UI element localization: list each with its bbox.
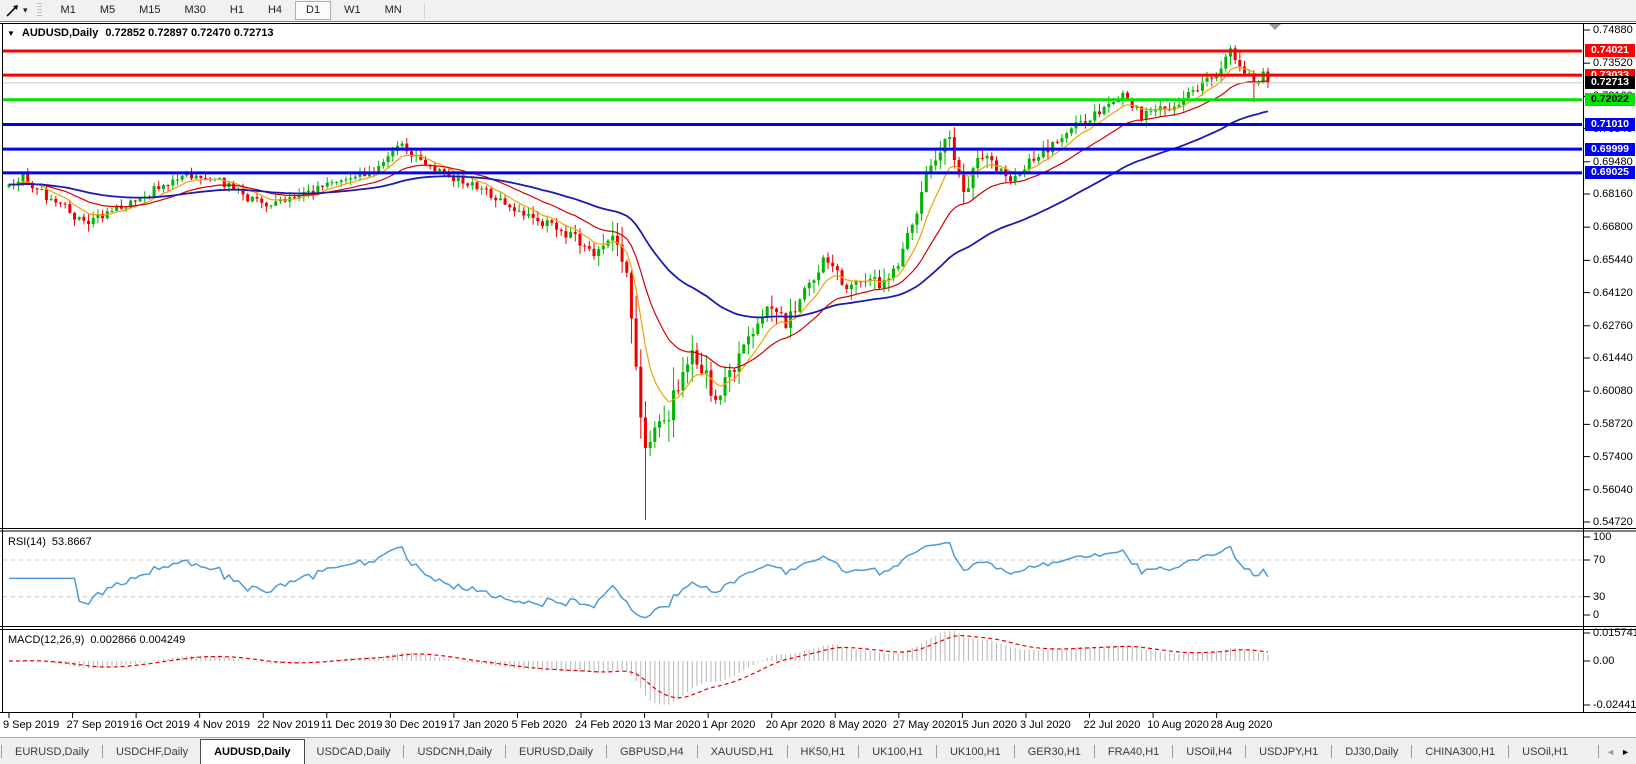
chart-tab-XAUUSD-H1[interactable]: XAUUSD,H1 <box>699 739 786 764</box>
tool-dropdown-caret-icon[interactable]: ▾ <box>23 5 28 16</box>
rsi-name: RSI(14) <box>8 536 46 548</box>
chart-tab-EURUSD-Daily[interactable]: EURUSD,Daily <box>507 739 605 764</box>
tab-divider <box>1508 745 1510 758</box>
timeframe-toolbar: ▾ M1 M5 M15 M30 H1 H4 D1 W1 MN <box>0 0 1636 21</box>
toolbar-separator <box>423 2 425 19</box>
tab-divider <box>696 745 698 758</box>
tab-scroll-arrows: ◄ ► <box>1597 745 1636 758</box>
macd-name: MACD(12,26,9) <box>8 634 85 646</box>
timeframe-button-M5[interactable]: M5 <box>89 1 126 20</box>
tab-arrows-divider <box>1598 745 1600 758</box>
chart-tab-CHINA300-H1[interactable]: CHINA300,H1 <box>1413 739 1507 764</box>
chart-title: ▼ AUDUSD,Daily 0.72852 0.72897 0.72470 0… <box>7 27 274 39</box>
tab-divider <box>1411 745 1413 758</box>
tab-divider <box>505 745 507 758</box>
chart-tab-USOil-H4[interactable]: USOil,H4 <box>1174 739 1244 764</box>
chart-tab-USOil-H1[interactable]: USOil,H1 <box>1510 739 1580 764</box>
candlestick-series <box>7 45 1270 521</box>
chart-tab-AUDUSD-Daily[interactable]: AUDUSD,Daily <box>200 738 305 764</box>
macd-signal-line <box>8 634 1268 699</box>
chart-tab-USDJPY-H1[interactable]: USDJPY,H1 <box>1247 739 1330 764</box>
timeframe-buttons: M1 M5 M15 M30 H1 H4 D1 W1 MN <box>49 1 414 20</box>
tab-divider <box>1172 745 1174 758</box>
chart-tab-GER30-H1[interactable]: GER30,H1 <box>1016 739 1093 764</box>
toolbar-grip <box>36 3 42 18</box>
timeframe-button-M1[interactable]: M1 <box>50 1 87 20</box>
rsi-indicator-label: RSI(14) 53.8667 <box>8 536 92 548</box>
timeframe-button-H4[interactable]: H4 <box>257 1 293 20</box>
macd-values: 0.002866 0.004249 <box>90 634 186 646</box>
timeframe-button-D1[interactable]: D1 <box>295 1 332 20</box>
tabbar-left-divider <box>1 745 2 758</box>
chart-tab-USDCHF-Daily[interactable]: USDCHF,Daily <box>104 739 200 764</box>
mt4-chart-window: ▾ M1 M5 M15 M30 H1 H4 D1 W1 MN 0.74880 0.73520 0.7… <box>0 0 1636 764</box>
timeframe-button-H1[interactable]: H1 <box>219 1 255 20</box>
chart-tab-DJ30-Daily[interactable]: DJ30,Daily <box>1333 739 1410 764</box>
chart-tabs-bar: EURUSD,Daily USDCHF,Daily AUDUSD,Daily USDC… <box>0 737 1636 764</box>
timeframe-button-MN[interactable]: MN <box>374 1 413 20</box>
tab-divider <box>403 745 405 758</box>
slow-ma-line <box>8 110 1269 319</box>
tab-divider <box>1245 745 1247 758</box>
timeframe-button-W1[interactable]: W1 <box>333 1 372 20</box>
chart-tab-USDCAD-Daily[interactable]: USDCAD,Daily <box>305 739 403 764</box>
chart-title-ohlc: 0.72852 0.72897 0.72470 0.72713 <box>105 27 274 39</box>
tab-divider <box>606 745 607 758</box>
collapse-triangle-icon[interactable]: ▼ <box>7 29 15 38</box>
chart-tab-FRA40-H1[interactable]: FRA40,H1 <box>1096 739 1171 764</box>
chart-tab-HK50-H1[interactable]: HK50,H1 <box>789 739 858 764</box>
tab-divider <box>101 745 103 758</box>
macd-histogram <box>13 631 1269 705</box>
rsi-value: 53.8667 <box>51 536 92 548</box>
tab-divider <box>935 745 937 758</box>
tabs-scroll-left-icon[interactable]: ◄ <box>1606 747 1615 757</box>
timeframe-button-M15[interactable]: M15 <box>128 1 171 20</box>
chart-tab-EURUSD-Daily[interactable]: EURUSD,Daily <box>3 739 101 764</box>
tab-divider <box>1013 745 1015 758</box>
chart-tab-USDCNH-Daily[interactable]: USDCNH,Daily <box>405 739 504 764</box>
chart-title-symbol: AUDUSD,Daily <box>21 27 99 39</box>
chart-tabs: EURUSD,Daily USDCHF,Daily AUDUSD,Daily USDC… <box>3 738 1580 764</box>
tab-divider <box>1331 745 1333 758</box>
chart-tab-UK100-H1[interactable]: UK100,H1 <box>860 739 935 764</box>
drawing-tool-icon[interactable] <box>1 2 23 20</box>
tab-divider <box>858 745 860 758</box>
macd-indicator-label: MACD(12,26,9) 0.002866 0.004249 <box>8 634 185 646</box>
chart-shift-marker-icon[interactable] <box>1269 24 1281 30</box>
fast-ma-line <box>8 66 1269 403</box>
price-chart[interactable] <box>0 0 1636 764</box>
rsi-line <box>9 541 1269 619</box>
chart-tab-UK100-H1[interactable]: UK100,H1 <box>938 739 1013 764</box>
tabs-scroll-right-icon[interactable]: ► <box>1621 747 1630 757</box>
tab-divider <box>786 745 788 758</box>
tab-divider <box>1093 745 1095 758</box>
timeframe-button-M30[interactable]: M30 <box>174 1 217 20</box>
chart-tab-GBPUSD-H4[interactable]: GBPUSD,H4 <box>608 739 696 764</box>
